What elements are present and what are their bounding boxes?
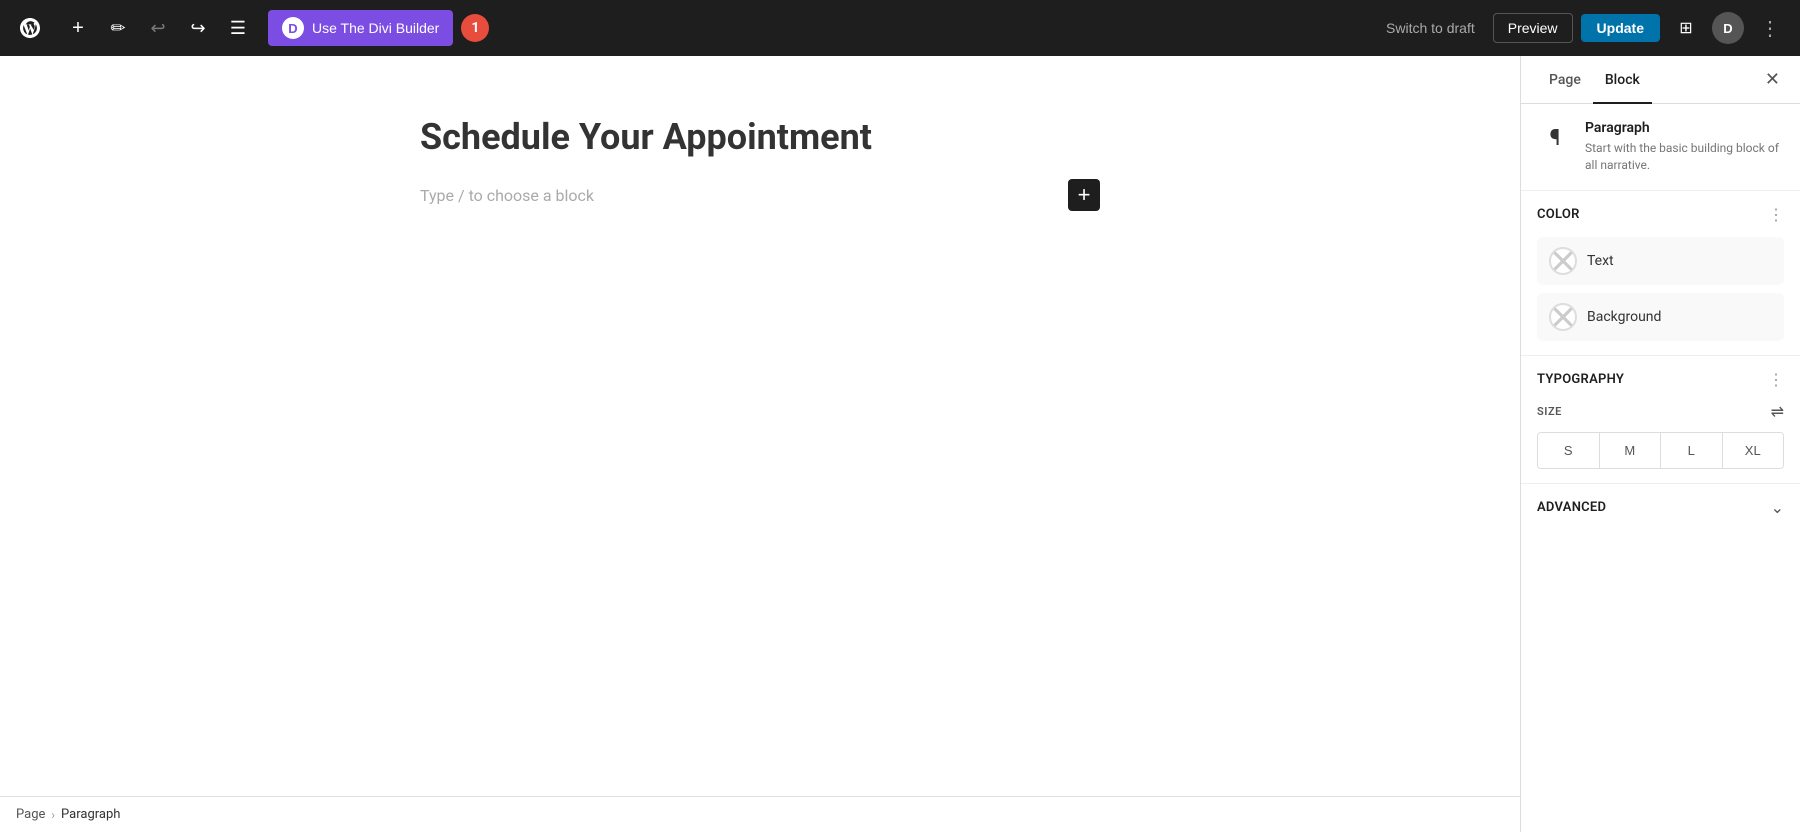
sidebar-close-button[interactable]: ✕ bbox=[1761, 65, 1784, 94]
color-section-options-button[interactable]: ⋮ bbox=[1768, 205, 1784, 225]
divi-builder-button[interactable]: D Use The Divi Builder bbox=[268, 10, 453, 46]
block-info: ¶ Paragraph Start with the basic buildin… bbox=[1521, 104, 1800, 191]
undo-button[interactable]: ↩ bbox=[140, 10, 176, 46]
typography-section: Typography ⋮ SIZE ⇌ S M L XL bbox=[1521, 356, 1800, 484]
background-color-swatch bbox=[1549, 303, 1577, 331]
size-xl-button[interactable]: XL bbox=[1723, 433, 1784, 468]
typography-section-title: Typography bbox=[1537, 372, 1624, 387]
color-section: Color ⋮ Text Background bbox=[1521, 191, 1800, 356]
size-s-button[interactable]: S bbox=[1538, 433, 1600, 468]
chevron-down-icon: ⌄ bbox=[1771, 498, 1784, 517]
editor-content: Schedule Your Appointment Type / to choo… bbox=[360, 116, 1160, 796]
text-color-label: Text bbox=[1587, 253, 1614, 269]
block-description: Start with the basic building block of a… bbox=[1585, 140, 1784, 174]
size-buttons: S M L XL bbox=[1537, 432, 1784, 469]
list-icon: ☰ bbox=[230, 18, 246, 39]
redo-icon: ↪ bbox=[190, 18, 205, 39]
text-color-swatch bbox=[1549, 247, 1577, 275]
main-layout: Schedule Your Appointment Type / to choo… bbox=[0, 56, 1800, 832]
size-l-button[interactable]: L bbox=[1661, 433, 1723, 468]
settings-panel-button[interactable]: ⊞ bbox=[1668, 10, 1704, 46]
breadcrumb-separator: › bbox=[51, 808, 55, 822]
editor-area: Schedule Your Appointment Type / to choo… bbox=[0, 56, 1520, 832]
pencil-icon: ✏ bbox=[110, 18, 125, 39]
plus-icon-inline: + bbox=[1078, 184, 1091, 206]
panel-icon: ⊞ bbox=[1679, 18, 1692, 38]
color-section-header: Color ⋮ bbox=[1537, 205, 1784, 225]
tab-block[interactable]: Block bbox=[1593, 56, 1652, 104]
switch-draft-button[interactable]: Switch to draft bbox=[1376, 14, 1485, 42]
color-background-item[interactable]: Background bbox=[1537, 293, 1784, 341]
divi-circle-icon: D bbox=[282, 17, 304, 39]
breadcrumb-page-link[interactable]: Page bbox=[16, 807, 45, 822]
sidebar: Page Block ✕ ¶ Paragraph Start with the … bbox=[1520, 56, 1800, 832]
more-options-button[interactable]: ⋮ bbox=[1752, 12, 1788, 45]
breadcrumb-current: Paragraph bbox=[61, 807, 120, 822]
block-name: Paragraph bbox=[1585, 120, 1784, 136]
edit-tools-button[interactable]: ✏ bbox=[100, 10, 136, 46]
user-avatar-button[interactable]: D bbox=[1712, 12, 1744, 44]
redo-button[interactable]: ↪ bbox=[180, 10, 216, 46]
update-button[interactable]: Update bbox=[1581, 14, 1660, 42]
wp-logo bbox=[12, 10, 48, 46]
list-view-button[interactable]: ☰ bbox=[220, 10, 256, 46]
page-title[interactable]: Schedule Your Appointment bbox=[420, 116, 1100, 159]
undo-icon: ↩ bbox=[150, 18, 165, 39]
paragraph-icon: ¶ bbox=[1537, 120, 1573, 156]
advanced-section[interactable]: Advanced ⌄ bbox=[1521, 484, 1800, 531]
size-row: SIZE ⇌ bbox=[1537, 402, 1784, 422]
sidebar-tabs: Page Block ✕ bbox=[1521, 56, 1800, 104]
typography-section-options-button[interactable]: ⋮ bbox=[1768, 370, 1784, 390]
typography-section-header: Typography ⋮ bbox=[1537, 370, 1784, 390]
block-info-text: Paragraph Start with the basic building … bbox=[1585, 120, 1784, 174]
bottom-bar: Page › Paragraph bbox=[0, 796, 1520, 832]
size-m-button[interactable]: M bbox=[1600, 433, 1662, 468]
preview-button[interactable]: Preview bbox=[1493, 13, 1573, 43]
background-color-label: Background bbox=[1587, 309, 1661, 325]
advanced-title: Advanced bbox=[1537, 500, 1606, 515]
size-filter-button[interactable]: ⇌ bbox=[1771, 402, 1784, 422]
size-label: SIZE bbox=[1537, 405, 1562, 418]
plus-icon: + bbox=[72, 17, 84, 40]
divi-label: Use The Divi Builder bbox=[312, 20, 439, 36]
toolbar-right: Switch to draft Preview Update ⊞ D ⋮ bbox=[1376, 10, 1788, 46]
block-placeholder: Type / to choose a block + bbox=[420, 179, 1100, 211]
add-block-toolbar-button[interactable]: + bbox=[60, 10, 96, 46]
placeholder-text: Type / to choose a block bbox=[420, 186, 594, 205]
color-text-item[interactable]: Text bbox=[1537, 237, 1784, 285]
color-section-title: Color bbox=[1537, 207, 1580, 222]
notification-badge: 1 bbox=[461, 14, 489, 42]
tab-page[interactable]: Page bbox=[1537, 56, 1593, 104]
add-block-inline-button[interactable]: + bbox=[1068, 179, 1100, 211]
toolbar: + ✏ ↩ ↪ ☰ D Use The Divi Builder 1 Switc… bbox=[0, 0, 1800, 56]
